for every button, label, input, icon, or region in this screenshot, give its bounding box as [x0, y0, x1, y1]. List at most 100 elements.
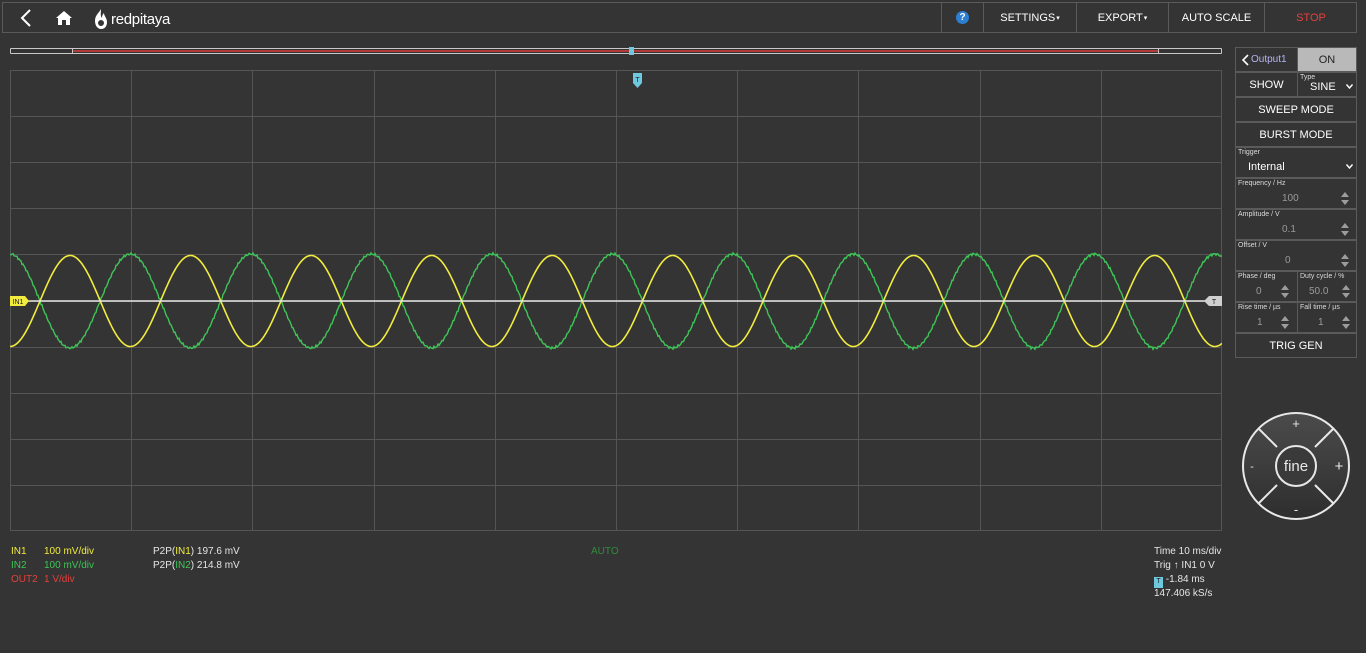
export-menu-button[interactable]: EXPORT ▾	[1076, 3, 1168, 32]
channel-scale: 100 mV/div	[44, 560, 95, 571]
top-toolbar: redpitaya ? SETTINGS ▾ EXPORT ▾ AUTO SCALE…	[2, 2, 1357, 33]
stop-button[interactable]: STOP	[1264, 3, 1357, 32]
wheel-down-button[interactable]: -	[1294, 502, 1298, 517]
show-type-row: SHOW Type SINE	[1235, 72, 1357, 97]
wheel-right-button[interactable]: +	[1335, 458, 1344, 475]
fine-label: fine	[1284, 458, 1308, 475]
channel-scale-in1: IN1 100 mV/div	[11, 546, 94, 560]
duty-value: 50.0	[1309, 286, 1329, 297]
amplitude-stepper-icon[interactable]	[1341, 223, 1350, 236]
fine-toggle-button[interactable]: fine	[1275, 445, 1317, 487]
type-value: SINE	[1310, 81, 1336, 93]
wheel-left-button[interactable]: -	[1250, 461, 1254, 473]
flame-logo-icon	[95, 9, 107, 29]
rise-caption: Rise time / µs	[1238, 304, 1281, 311]
frequency-caption: Frequency / Hz	[1238, 180, 1286, 187]
timeline-range-start	[72, 48, 73, 54]
phase-caption: Phase / deg	[1238, 273, 1276, 280]
duty-stepper-icon[interactable]	[1342, 285, 1351, 298]
fall-stepper-icon[interactable]	[1342, 316, 1351, 329]
chevron-down-icon	[1346, 164, 1353, 169]
phase-value: 0	[1256, 286, 1262, 297]
home-icon[interactable]	[51, 3, 77, 32]
frequency-value: 100	[1282, 193, 1299, 204]
chevron-down-icon	[1346, 84, 1353, 89]
trigger-source-select[interactable]: Trigger Internal	[1235, 147, 1357, 178]
measurement-prefix: P2P(	[153, 546, 176, 557]
auto-scale-button[interactable]: AUTO SCALE	[1168, 3, 1264, 32]
channel-name: IN1	[11, 546, 27, 557]
measurement-value: ) 214.8 mV	[190, 560, 240, 571]
in1-offset-marker-label: IN1	[13, 299, 24, 306]
caret-down-icon: ▾	[1056, 14, 1060, 22]
t-marker-icon: T	[1154, 577, 1163, 588]
rise-fall-row: Rise time / µs 1 Fall time / µs 1	[1235, 302, 1357, 333]
output-label: Output1	[1251, 54, 1287, 65]
amplitude-field[interactable]: Amplitude / V 0.1	[1235, 209, 1357, 240]
rise-time-field[interactable]: Rise time / µs 1	[1236, 303, 1297, 332]
type-select[interactable]: Type SINE	[1297, 73, 1356, 96]
oscilloscope-plot[interactable]: T IN1 T	[10, 70, 1222, 531]
plot-canvas: T IN1 T	[10, 70, 1222, 531]
trigger-source-value: Internal	[1248, 161, 1285, 173]
channel-scale: 1 V/div	[44, 574, 75, 585]
output-collapse-button[interactable]: Output1	[1236, 48, 1297, 71]
amplitude-value: 0.1	[1282, 224, 1296, 235]
settings-label: SETTINGS	[1000, 11, 1056, 24]
phase-stepper-icon[interactable]	[1281, 285, 1290, 298]
rise-value: 1	[1257, 317, 1263, 328]
plus-icon: +	[1335, 458, 1344, 475]
minus-icon: -	[1294, 502, 1298, 517]
logo-text: redpitaya	[111, 10, 171, 28]
burst-mode-button[interactable]: BURST MODE	[1235, 122, 1357, 147]
frequency-stepper-icon[interactable]	[1341, 192, 1350, 205]
measurement-channel: IN1	[175, 546, 191, 557]
redpitaya-logo: redpitaya	[93, 6, 170, 32]
trigger-level-marker-label: T	[1212, 299, 1217, 306]
time-position-slider[interactable]	[10, 46, 1222, 56]
help-icon: ?	[956, 11, 969, 24]
channel-scale-in2: IN2 100 mV/div	[11, 560, 94, 574]
measurement-value: ) 197.6 mV	[190, 546, 240, 557]
timeline-buffer-range	[72, 50, 1158, 52]
phase-field[interactable]: Phase / deg 0	[1236, 272, 1297, 301]
timeline-position-handle[interactable]	[629, 47, 634, 55]
output-on-toggle[interactable]: ON	[1297, 48, 1356, 71]
trigger-prefix: Trig	[1154, 560, 1171, 571]
channel-scale-list: IN1 100 mV/div IN2 100 mV/div OUT2 1 V/div	[11, 546, 94, 588]
sweep-mode-button[interactable]: SWEEP MODE	[1235, 97, 1357, 122]
rise-stepper-icon[interactable]	[1281, 316, 1290, 329]
offset-caption: Offset / V	[1238, 242, 1268, 249]
measurement-list: P2P(IN1) 197.6 mV P2P(IN2) 214.8 mV	[153, 546, 240, 574]
sample-rate: 147.406 kS/s	[1154, 588, 1213, 599]
timeline-range-end	[1158, 48, 1159, 54]
channel-scale-out2: OUT2 1 V/div	[11, 574, 94, 588]
fall-time-field[interactable]: Fall time / µs 1	[1297, 303, 1356, 332]
time-per-div: Time 10 ms/div	[1154, 546, 1222, 557]
offset-field[interactable]: Offset / V 0	[1235, 240, 1357, 271]
output-header-row: Output1 ON	[1235, 47, 1357, 72]
type-caption: Type	[1300, 74, 1316, 81]
phase-duty-row: Phase / deg 0 Duty cycle / % 50.0	[1235, 271, 1357, 302]
in1-offset-marker[interactable]: IN1	[10, 296, 29, 306]
trigger-offset-value: -1.84 ms	[1165, 574, 1205, 585]
trig-gen-button[interactable]: TRIG GEN	[1235, 333, 1357, 358]
minus-icon: -	[1250, 461, 1254, 473]
show-button[interactable]: SHOW	[1236, 73, 1297, 96]
trigger-info: Trig ↑ IN1 0 V	[1154, 560, 1221, 574]
offset-value: 0	[1285, 255, 1291, 266]
caret-down-icon: ▾	[1143, 14, 1148, 22]
settings-menu-button[interactable]: SETTINGS ▾	[983, 3, 1076, 32]
wheel-up-button[interactable]: +	[1292, 416, 1300, 431]
fall-caption: Fall time / µs	[1300, 304, 1340, 311]
frequency-field[interactable]: Frequency / Hz 100	[1235, 178, 1357, 209]
back-arrow-icon[interactable]	[13, 3, 39, 32]
export-label: EXPORT	[1097, 11, 1143, 24]
help-button[interactable]: ?	[941, 3, 983, 32]
amplitude-caption: Amplitude / V	[1238, 211, 1280, 218]
acquisition-mode-label: AUTO	[591, 546, 619, 557]
fine-adjust-wheel: + - - + fine	[1241, 411, 1351, 521]
duty-cycle-field[interactable]: Duty cycle / % 50.0	[1297, 272, 1356, 301]
measurement-channel: IN2	[175, 560, 191, 571]
offset-stepper-icon[interactable]	[1341, 254, 1350, 267]
